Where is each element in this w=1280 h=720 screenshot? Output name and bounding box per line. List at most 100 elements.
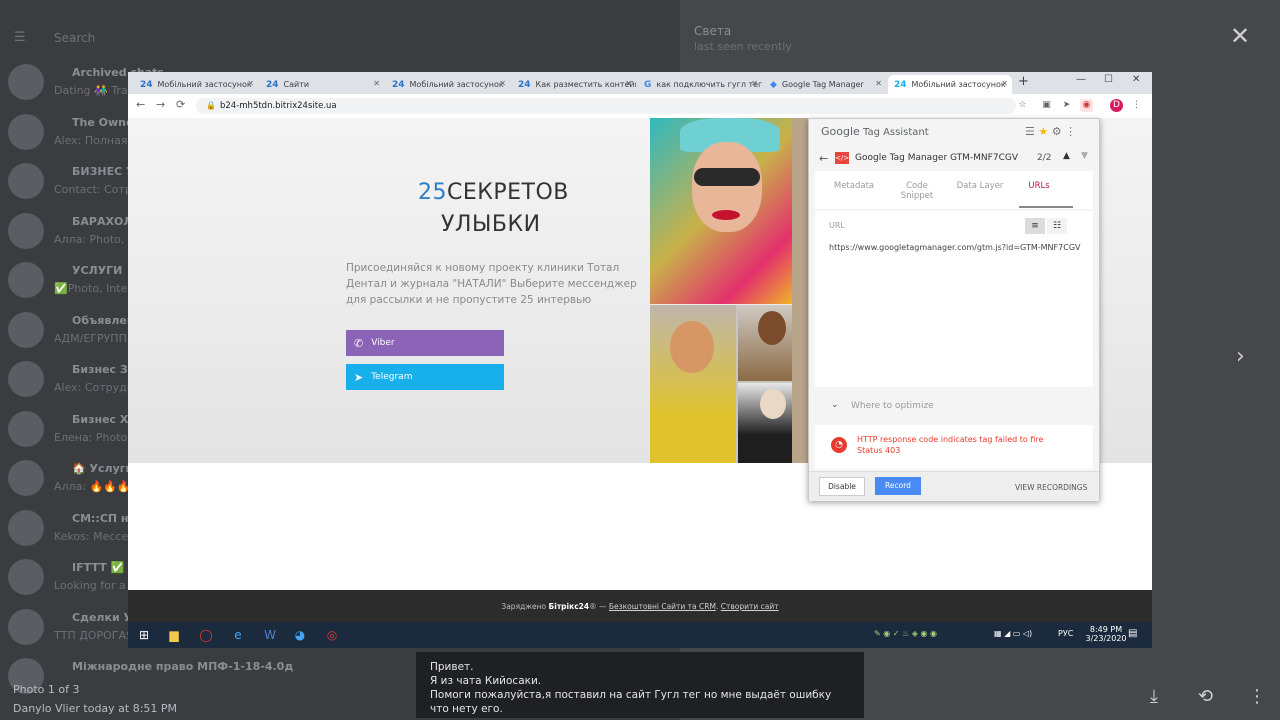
telegram-app-icon[interactable]: ◕ [292,627,308,643]
disable-button[interactable]: Disable [819,477,865,496]
more-vert-icon[interactable]: ⋮ [1065,125,1076,138]
lock-icon: 🔒 [206,101,216,110]
tab-urls[interactable]: URLs [1021,181,1057,191]
next-photo-icon[interactable]: › [1236,344,1245,369]
browser-tab[interactable]: 24 Мобільний застосунок ✕ [134,75,258,94]
chevron-up-icon[interactable]: ▲ [1063,151,1070,161]
caption-line: Я из чата Кийосаки. [430,675,542,687]
expand-chevron-icon[interactable]: ⌄ [831,400,839,410]
chat-item-title: Міжнародне право МПФ-1-18-4.0д [72,660,294,673]
tab-label: как подключить гугл тег... [656,80,762,89]
browser-tab[interactable]: 24 Сайти ✕ [260,75,384,94]
star-icon[interactable]: ★ [1038,125,1048,138]
close-tab-icon[interactable]: ✕ [1001,79,1008,88]
photo-caption: Привет. Я из чата Кийосаки. Помоги пожал… [416,652,864,718]
telegram-button[interactable]: ➤ Telegram [346,364,504,390]
avatar [8,460,44,496]
tray-system-icons[interactable]: ▦ ◢ ▭ ◁) [994,629,1032,638]
back-arrow-icon[interactable]: ← [819,152,828,165]
word-icon[interactable]: W [262,627,278,643]
browser-tab[interactable]: 24 Как разместить контейн...✕ [512,75,636,94]
tag-url[interactable]: https://www.googletagmanager.com/gtm.js?… [829,243,1080,252]
edge-icon[interactable]: e [230,627,246,643]
error-message[interactable]: ◔ HTTP response code indicates tag faile… [815,425,1093,469]
container-title: Google Tag Manager GTM-MNF7CGV [855,153,1018,163]
browser-menu-icon[interactable]: ⋮ [1130,99,1143,112]
chevron-down-icon[interactable]: ▼ [1081,151,1088,161]
browser-tab-active[interactable]: 24 Мобільний застосунок ✕ [888,75,1012,94]
send-extension-icon[interactable]: ➤ [1060,99,1073,112]
close-tab-icon[interactable]: ✕ [875,79,882,88]
browser-tab[interactable]: Gкак подключить гугл тег... ✕ [638,75,762,94]
tab-label: Мобільний застосунок [911,80,1006,89]
back-icon[interactable]: ← [136,98,145,111]
caption-line: Помоги пожалуйста,я поставил на сайт Гуг… [430,689,832,715]
footer-prefix: Заряджено [501,602,547,611]
gear-icon[interactable]: ⚙ [1052,125,1062,138]
browser-tab[interactable]: 24 Мобільний застосунок ✕ [386,75,510,94]
tab-data-layer[interactable]: Data Layer [955,181,1005,191]
bitrix-icon: 24 [140,79,153,90]
record-button[interactable]: Record [875,477,921,495]
photo-viewer-image: 24 Мобільний застосунок ✕ 24 Сайти ✕ 24 Мобіл… [128,72,1152,648]
list-view-icon[interactable]: ≡ [1025,218,1045,234]
tab-metadata[interactable]: Metadata [829,181,879,191]
footer-link-free-sites[interactable]: Безкоштовні Сайти та CRM [609,602,716,611]
file-explorer-icon[interactable]: ▆ [166,627,182,643]
chat-status: last seen recently [694,40,792,53]
tray-icons[interactable]: ✎ ◉ ✓ ♨ ◈ ◉ ◉ [874,629,937,638]
download-icon[interactable]: ⤓ [1150,686,1158,707]
footer-brand[interactable]: Бітрікс24 [549,602,590,611]
close-tab-icon[interactable]: ✕ [499,79,506,88]
rotate-icon[interactable]: ⟲ [1198,686,1213,707]
tab-label: Мобільний застосунок [157,80,252,89]
google-logo: Google [821,125,860,138]
maximize-icon[interactable]: ☐ [1104,74,1113,85]
browser-tab[interactable]: ◆ Google Tag Manager ✕ [764,75,886,94]
close-tab-icon[interactable]: ✕ [373,79,380,88]
address-bar-row: ← → ⟳ 🔒 b24-mh5tdn.bitrix24site.ua ☆ ▣ ➤ … [128,94,1152,119]
view-recordings-link[interactable]: VIEW RECORDINGS [1015,483,1087,492]
windows-start-icon[interactable]: ⊞ [136,627,152,643]
new-tab-icon[interactable]: + [1018,74,1029,89]
detail-view-icon[interactable]: ☷ [1047,218,1067,234]
where-to-optimize-label: Where to optimize [851,401,934,411]
footer-link-create-site[interactable]: Створити сайт [721,602,779,611]
avatar [8,163,44,199]
url-label: URL [829,221,845,230]
viber-button[interactable]: ✆ Viber [346,330,504,356]
forward-icon[interactable]: → [156,98,165,111]
close-window-icon[interactable]: ✕ [1132,74,1140,85]
tag-assistant-popup: Google Tag Assistant ☰ ★ ⚙ ⋮ ← </> Googl… [808,118,1100,501]
urls-panel: URL ≡ ☷ https://www.googletagmanager.com… [815,211,1093,387]
chrome-icon[interactable]: ◎ [324,627,340,643]
extension-icon[interactable]: ▣ [1040,99,1053,112]
menu-icon[interactable]: ☰ [14,30,26,45]
close-tab-icon[interactable]: ✕ [751,79,758,88]
minimize-icon[interactable]: — [1076,74,1086,85]
where-to-optimize-section[interactable]: ⌄ Where to optimize [815,395,1093,419]
search-input[interactable]: Search [54,31,694,53]
tag-assistant-icon[interactable]: ◉ [1080,99,1093,112]
filter-icon[interactable]: ☰ [1025,125,1035,138]
tab-label: Сайти [283,80,310,89]
product-name: Tag Assistant [862,127,929,138]
notifications-icon[interactable]: ▤ [1128,628,1137,639]
reload-icon[interactable]: ⟳ [176,98,185,111]
url-input[interactable]: 🔒 b24-mh5tdn.bitrix24site.ua [196,98,1016,114]
language-indicator[interactable]: РУС [1058,629,1073,638]
profile-avatar[interactable]: D [1110,99,1123,112]
avatar [8,559,44,595]
close-tab-icon[interactable]: ✕ [625,79,632,88]
bitrix-icon: 24 [266,79,279,90]
opera-icon[interactable]: ◯ [198,627,214,643]
clock[interactable]: 8:49 PM 3/23/2020 [1084,625,1128,643]
google-icon: G [644,79,652,90]
avatar [8,64,44,100]
browser-tab-bar: 24 Мобільний застосунок ✕ 24 Сайти ✕ 24 Мобіл… [128,72,1152,94]
close-tab-icon[interactable]: ✕ [247,79,254,88]
close-icon[interactable]: ✕ [1230,22,1250,50]
tab-code-snippet[interactable]: Code Snippet [899,181,935,201]
more-icon[interactable]: ⋮ [1248,686,1266,707]
bookmark-star-icon[interactable]: ☆ [1016,99,1029,112]
